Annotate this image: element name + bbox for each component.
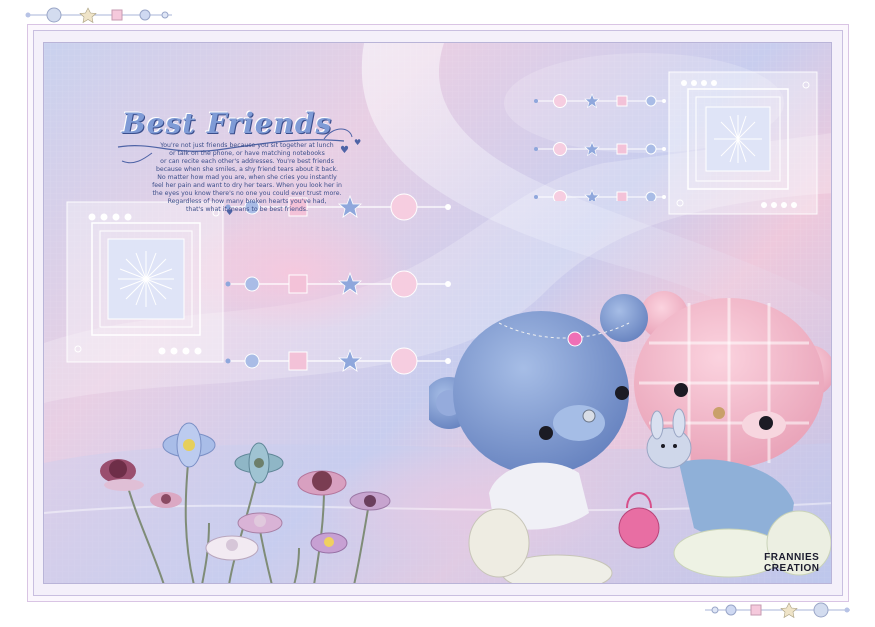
poem-text: You're not just friends because you sit … bbox=[132, 142, 362, 214]
right-ornament-rows bbox=[534, 93, 666, 201]
cosmos-flower-small bbox=[150, 492, 182, 508]
sunburst-icon bbox=[118, 251, 174, 307]
top-decorative-strip bbox=[25, 7, 172, 24]
flower-cluster bbox=[100, 422, 391, 583]
poem-line: or talk on the phone, or have matching n… bbox=[169, 150, 325, 157]
cosmos-flower-lilac bbox=[237, 512, 283, 534]
poem-line: or can recite each other's addresses. Yo… bbox=[160, 158, 334, 165]
poem-line: No matter how mad you are, when she crie… bbox=[157, 174, 337, 181]
signature-line: FRANNIES bbox=[764, 552, 820, 563]
cosmos-flower-white bbox=[205, 535, 259, 561]
sunburst-icon bbox=[714, 115, 762, 163]
ornament-row bbox=[534, 93, 666, 109]
cosmos-flower-violet bbox=[310, 532, 348, 554]
poem-line: feel her pain and want to dry her tears.… bbox=[152, 182, 342, 189]
left-framed-panel bbox=[66, 201, 224, 363]
right-framed-panel bbox=[668, 71, 818, 215]
ornament-row bbox=[534, 141, 666, 157]
poem-line: the eyes you know there's no one you cou… bbox=[152, 190, 342, 197]
signature-line: CREATION bbox=[764, 563, 820, 574]
cosmos-flower-maroon bbox=[100, 459, 144, 491]
button-nose bbox=[713, 407, 725, 419]
cosmos-flower-teal bbox=[234, 442, 284, 484]
poem-line: Regardless of how many broken hearts you… bbox=[167, 198, 327, 205]
cosmos-flower-pink bbox=[297, 470, 347, 496]
left-ornament-rows bbox=[225, 193, 451, 375]
ornament-row bbox=[225, 347, 451, 375]
bottom-decorative-strip bbox=[705, 602, 850, 619]
poem-line: You're not just friends because you sit … bbox=[160, 142, 334, 149]
artist-signature: FRANNIES CREATION bbox=[764, 552, 819, 574]
cosmos-flower-blue bbox=[162, 422, 216, 468]
teddy-bears-illustration bbox=[429, 291, 831, 583]
artwork-canvas: Best Friends ♥ ♥ ♥ You're not just frien… bbox=[43, 42, 832, 584]
ornament-row bbox=[534, 189, 666, 201]
poem-line: that's what it means to be best friends. bbox=[186, 206, 308, 213]
blue-denim-bear bbox=[429, 294, 648, 583]
poem-line: because when she smiles, a shy friend te… bbox=[155, 166, 339, 173]
cosmos-flower-right bbox=[349, 491, 391, 511]
ornament-row bbox=[225, 270, 451, 298]
pink-purse bbox=[618, 492, 660, 549]
